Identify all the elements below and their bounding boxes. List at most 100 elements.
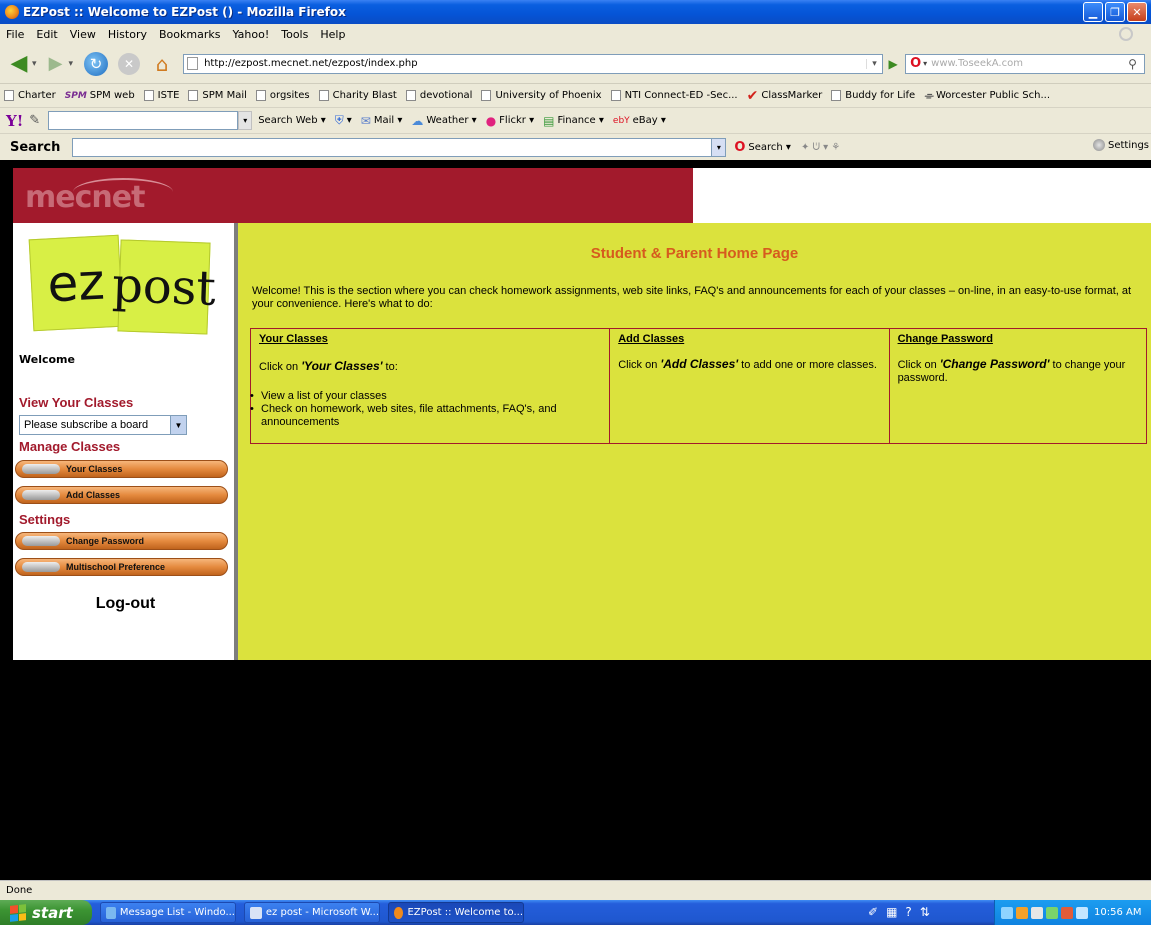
search-toolbar: Search ▾ O Search ▾ ✦ ᕫ ▾ ⚘ Settings	[0, 134, 1151, 160]
shield-button[interactable]: ⛨ ▾	[335, 113, 352, 128]
toolbar-search-input[interactable]	[72, 137, 713, 157]
windows-flag-icon	[10, 903, 26, 922]
update-icon[interactable]	[1046, 906, 1058, 919]
navigation-toolbar: ◀ ▾ ▶ ▾ ↻ ✕ ⌂ http://ezpost.mecnet.net/e…	[0, 44, 1151, 84]
ez-post-logo: ez post	[19, 233, 233, 335]
close-button[interactable]: ✕	[1127, 2, 1147, 22]
home-icon[interactable]: ⌂	[150, 52, 174, 76]
menu-edit[interactable]: Edit	[36, 28, 57, 41]
search-engine-box[interactable]: O ▾ www.ToseekA.com ⚲	[905, 53, 1146, 74]
help-icon[interactable]: ?	[905, 905, 911, 919]
system-tray: 10:56 AM	[994, 900, 1151, 925]
device-icon[interactable]	[1031, 906, 1043, 919]
url-dropdown-icon[interactable]: ▾	[866, 58, 882, 69]
reload-icon[interactable]: ↻	[84, 51, 109, 76]
stop-icon[interactable]: ✕	[118, 52, 141, 75]
toolbar-search-dropdown[interactable]: ▾	[712, 137, 727, 157]
volume-icon[interactable]	[1076, 906, 1088, 919]
antivirus-icon[interactable]	[1061, 906, 1073, 919]
bookmark-item[interactable]: Charity Blast	[318, 90, 397, 101]
settings-heading: Settings	[19, 512, 71, 527]
menu-tools[interactable]: Tools	[281, 28, 308, 41]
yahoo-finance-button[interactable]: ▤ Finance ▾	[543, 114, 604, 128]
pencil-icon[interactable]: ✎	[29, 113, 40, 128]
pencil-icon	[22, 562, 60, 572]
main-panel: Student & Parent Home Page Welcome! This…	[238, 223, 1151, 660]
page-icon	[481, 90, 492, 101]
status-text: Done	[6, 885, 33, 896]
bookmark-item[interactable]: ✔ ClassMarker	[747, 88, 823, 104]
pencil-icon	[22, 464, 60, 474]
steps-table: Your Classes Click on 'Your Classes' to:…	[250, 328, 1147, 444]
engine-dropdown-icon[interactable]: ▾	[923, 59, 927, 68]
start-button[interactable]: start	[0, 900, 92, 925]
bookmark-item[interactable]: University of Phoenix	[481, 90, 602, 101]
window-title: EZPost :: Welcome to EZPost () - Mozilla…	[23, 5, 346, 19]
yahoo-search-input[interactable]	[48, 111, 239, 130]
bookmark-item[interactable]: orgsites	[255, 90, 310, 101]
back-arrow-icon[interactable]: ◀	[6, 51, 32, 76]
menu-bookmarks[interactable]: Bookmarks	[159, 28, 220, 41]
add-classes-link[interactable]: Add Classes	[618, 333, 880, 346]
change-password-button[interactable]: Change Password	[15, 532, 228, 550]
yahoo-search-dropdown[interactable]: ▾	[238, 111, 253, 130]
bookmark-item[interactable]: Buddy for Life	[831, 90, 915, 101]
bookmark-item[interactable]: NTI Connect-ED -Sec...	[610, 90, 738, 101]
bookmark-item[interactable]: ISTE	[143, 90, 179, 101]
yahoo-search-web-button[interactable]: Search Web ▾	[258, 115, 326, 126]
search-input[interactable]: www.ToseekA.com	[931, 58, 1128, 69]
yahoo-flickr-button[interactable]: ● Flickr ▾	[486, 114, 534, 128]
settings-button[interactable]: Settings	[1092, 139, 1149, 151]
menu-help[interactable]: Help	[320, 28, 345, 41]
pencil-icon	[22, 536, 60, 546]
search-icon[interactable]: ⚲	[1128, 57, 1144, 71]
go-icon[interactable]: ▶	[883, 57, 903, 71]
bookmark-item[interactable]: SPM SPM web	[65, 90, 135, 101]
url-text[interactable]: http://ezpost.mecnet.net/ezpost/index.ph…	[204, 58, 866, 69]
url-bar[interactable]: http://ezpost.mecnet.net/ezpost/index.ph…	[183, 53, 884, 74]
page-icon	[610, 90, 621, 101]
yahoo-mail-button[interactable]: ✉ Mail ▾	[361, 114, 403, 128]
change-password-link[interactable]: Change Password	[898, 333, 1138, 346]
clock[interactable]: 10:56 AM	[1094, 907, 1141, 918]
yahoo-ebay-button[interactable]: ebY eBay ▾	[613, 115, 666, 126]
taskbar-item-message-list[interactable]: Message List - Windo...	[100, 902, 236, 923]
search-engine-icon[interactable]: O	[906, 56, 923, 71]
toolbar-search-button[interactable]: O Search ▾	[734, 140, 791, 155]
forward-arrow-icon[interactable]: ▶	[43, 53, 69, 75]
menu-bar: File Edit View History Bookmarks Yahoo! …	[0, 24, 1151, 44]
taskbar-item-firefox[interactable]: EZPost :: Welcome to...	[388, 902, 524, 923]
add-classes-button[interactable]: Add Classes	[15, 486, 228, 504]
logout-link[interactable]: Log-out	[13, 595, 238, 613]
multischool-preference-button[interactable]: Multischool Preference	[15, 558, 228, 576]
forward-history-dropdown[interactable]: ▾	[69, 59, 74, 69]
menu-file[interactable]: File	[6, 28, 24, 41]
minimize-button[interactable]: ▁	[1083, 2, 1103, 22]
menu-yahoo[interactable]: Yahoo!	[232, 28, 269, 41]
tool-icon[interactable]: ✐	[868, 905, 878, 919]
language-icon[interactable]: ⇅	[920, 905, 930, 919]
menu-view[interactable]: View	[70, 28, 96, 41]
security-icon[interactable]	[1016, 906, 1028, 919]
network-icon[interactable]	[1001, 906, 1013, 919]
bookmark-item[interactable]: Charter	[4, 90, 56, 101]
browser-content: mecnet ez post Welcome View Your Classes…	[0, 160, 1151, 880]
yahoo-logo-icon[interactable]: Y!	[6, 112, 23, 130]
your-classes-button[interactable]: Your Classes	[15, 460, 228, 478]
board-select[interactable]: Please subscribe a board ▼	[19, 415, 187, 435]
toolbar-extra-icons[interactable]: ✦ ᕫ ▾ ⚘	[801, 142, 840, 153]
bookmark-item[interactable]: devotional	[405, 90, 472, 101]
mecnet-logo[interactable]: mecnet	[25, 180, 145, 215]
back-history-dropdown[interactable]: ▾	[32, 59, 37, 69]
page-icon	[4, 90, 14, 101]
yahoo-weather-button[interactable]: ☁ Weather ▾	[411, 114, 476, 128]
bookmark-item[interactable]: SPM Mail	[188, 90, 247, 101]
bookmark-item[interactable]: ⌯ Worcester Public Sch...	[924, 89, 1050, 103]
chevron-down-icon[interactable]: ▼	[170, 416, 186, 434]
your-classes-link[interactable]: Your Classes	[259, 333, 601, 346]
sidebar: ez post Welcome View Your Classes Please…	[13, 223, 238, 660]
keyboard-icon[interactable]: ▦	[886, 905, 897, 919]
taskbar-item-word[interactable]: ez post - Microsoft W...	[244, 902, 380, 923]
menu-history[interactable]: History	[108, 28, 147, 41]
maximize-button[interactable]: ❐	[1105, 2, 1125, 22]
